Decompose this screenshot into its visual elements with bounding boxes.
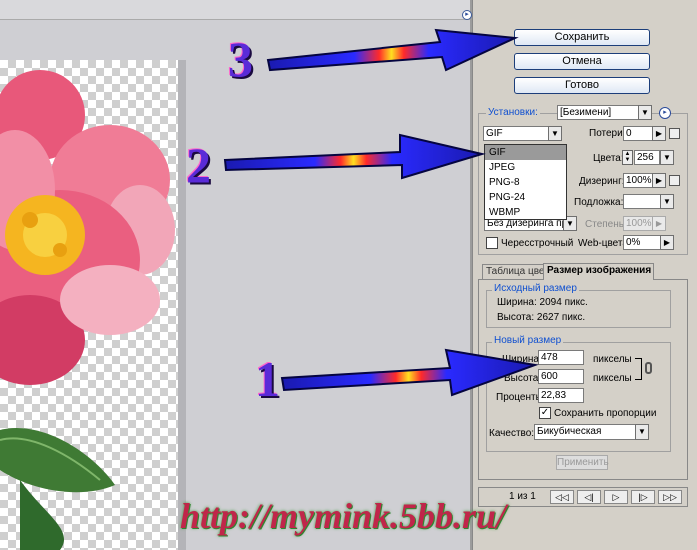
tab-image-size[interactable]: Размер изображения	[543, 263, 654, 280]
web-colors-arrow-icon[interactable]: ▶	[660, 235, 674, 250]
panel-menu-icon[interactable]: ▸	[462, 10, 472, 20]
constrain-bracket	[635, 358, 642, 380]
loss-label: Потери:	[589, 128, 626, 139]
cancel-button[interactable]: Отмена	[514, 53, 650, 70]
quality-select[interactable]: Бикубическая	[534, 424, 636, 440]
next-page-icon[interactable]: |▷	[631, 490, 655, 504]
colors-input[interactable]: 256	[634, 150, 660, 165]
prev-page-icon[interactable]: ◁|	[577, 490, 601, 504]
new-width-label: Ширина:	[502, 354, 542, 365]
preview-top-strip	[0, 0, 470, 20]
save-button[interactable]: Сохранить	[514, 29, 650, 46]
matte-dropdown-arrow-icon[interactable]: ▼	[660, 194, 674, 209]
new-size-title: Новый размер	[492, 335, 564, 346]
interlaced-checkbox[interactable]	[486, 237, 498, 249]
interlaced-label: Чересстрочный	[501, 238, 574, 249]
new-width-input[interactable]: 478	[538, 350, 584, 365]
new-width-unit: пикселы	[593, 354, 632, 365]
dither-arrow-icon[interactable]: ▶	[652, 173, 666, 188]
leaf-shape	[0, 428, 115, 550]
format-dropdown-list[interactable]: GIF JPEG PNG-8 PNG-24 WBMP	[484, 144, 567, 220]
annotation-number-2: 2	[186, 137, 211, 193]
new-height-label: Высота:	[504, 373, 542, 384]
degree-label: Степень:	[585, 219, 627, 230]
last-page-icon[interactable]: ▷▷	[658, 490, 682, 504]
annotation-number-1: 1	[255, 351, 280, 407]
play-icon[interactable]: ▷	[604, 490, 628, 504]
constrain-proportions-label: Сохранить пропорции	[554, 408, 657, 419]
constrain-proportions-checkbox[interactable]: ✓	[539, 407, 551, 419]
settings-label: Установки:	[486, 107, 540, 118]
format-option[interactable]: PNG-24	[485, 190, 566, 205]
peony-image	[0, 70, 175, 550]
watermark-url: http://mymink.5bb.ru/	[180, 496, 507, 536]
flower-stamens	[5, 195, 85, 275]
first-page-icon[interactable]: ◁◁	[550, 490, 574, 504]
format-option[interactable]: JPEG	[485, 160, 566, 175]
format-select[interactable]: GIF	[483, 126, 549, 141]
annotation-number-3: 3	[228, 31, 253, 87]
chain-link-icon[interactable]	[645, 362, 652, 374]
tab-color-table[interactable]: Таблица цвет	[482, 264, 544, 280]
matte-select[interactable]	[623, 194, 661, 209]
preset-dropdown-arrow-icon[interactable]: ▼	[638, 105, 652, 120]
dither-label: Дизеринг:	[579, 176, 625, 187]
original-width: Ширина: 2094 пикс.	[497, 297, 588, 308]
quality-dropdown-arrow-icon[interactable]: ▼	[635, 424, 649, 440]
dither-input[interactable]: 100%	[623, 173, 653, 188]
colors-dropdown-arrow-icon[interactable]: ▼	[660, 150, 674, 165]
apply-button[interactable]: Применить	[556, 455, 609, 470]
loss-input[interactable]: 0	[623, 126, 653, 141]
quality-label: Качество:	[489, 428, 535, 439]
original-height: Высота: 2627 пикс.	[497, 312, 586, 323]
format-dropdown-arrow-icon[interactable]: ▼	[548, 126, 562, 141]
degree-input[interactable]: 100%	[623, 216, 653, 231]
degree-arrow-icon[interactable]: ▶	[652, 216, 666, 231]
loss-arrow-icon[interactable]: ▶	[652, 126, 666, 141]
format-option[interactable]: GIF	[485, 145, 566, 160]
colors-label: Цвета:	[593, 153, 624, 164]
original-size-title: Исходный размер	[492, 283, 579, 294]
loss-mask-icon[interactable]	[669, 128, 680, 139]
colors-spinner-icon[interactable]: ▲ ▼	[622, 150, 633, 165]
new-height-input[interactable]: 600	[538, 369, 584, 384]
optimize-menu-icon[interactable]: ▸	[659, 107, 671, 119]
pager-text: 1 из 1	[509, 491, 536, 502]
done-button[interactable]: Готово	[514, 77, 650, 94]
preset-select[interactable]: [Безимени]	[557, 105, 639, 120]
matte-label: Подложка:	[574, 197, 624, 208]
format-option[interactable]: PNG-8	[485, 175, 566, 190]
dither-mask-icon[interactable]	[669, 175, 680, 186]
new-height-unit: пикселы	[593, 373, 632, 384]
percent-input[interactable]: 22,83	[538, 388, 584, 403]
format-option[interactable]: WBMP	[485, 205, 566, 220]
web-colors-input[interactable]: 0%	[623, 235, 661, 250]
